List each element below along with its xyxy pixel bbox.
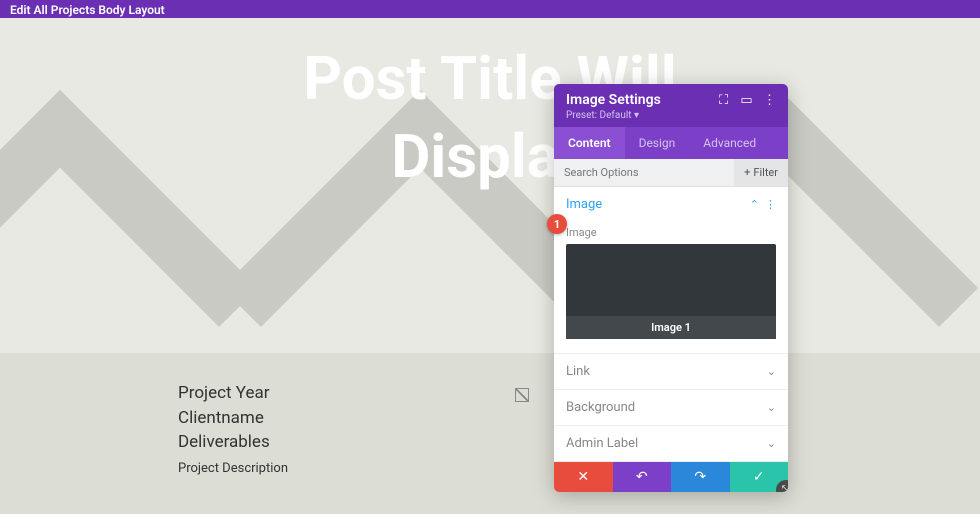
chevron-down-icon: ⌄ bbox=[767, 437, 776, 450]
tabs: Content Design Advanced bbox=[554, 127, 788, 159]
tab-advanced[interactable]: Advanced bbox=[689, 127, 770, 159]
section-admin-label: Admin Label ⌄ bbox=[554, 426, 788, 462]
expand-icon[interactable]: ⛶ bbox=[717, 94, 730, 107]
section-header-image[interactable]: Image ⌃ ⋮ bbox=[554, 187, 788, 222]
section-link: Link ⌄ bbox=[554, 354, 788, 390]
tab-content[interactable]: Content bbox=[554, 127, 625, 159]
section-label: Image bbox=[566, 197, 602, 212]
content-area: Project Year Clientname Deliverables Pro… bbox=[0, 353, 980, 476]
redo-button[interactable]: ↷ bbox=[671, 462, 730, 492]
undo-icon: ↶ bbox=[636, 469, 648, 485]
check-icon: ✓ bbox=[753, 469, 765, 485]
more-icon[interactable]: ⋮ bbox=[763, 94, 776, 107]
page-title: Post Title Will Display bbox=[0, 40, 980, 196]
section-header-admin[interactable]: Admin Label ⌄ bbox=[554, 426, 788, 461]
chevron-down-icon: ⌄ bbox=[767, 401, 776, 414]
cancel-button[interactable]: ✕ bbox=[554, 462, 613, 492]
search-row: + Filter bbox=[554, 159, 788, 187]
section-header-link[interactable]: Link ⌄ bbox=[554, 354, 788, 389]
resize-icon: ⤡ bbox=[782, 483, 788, 492]
section-background: Background ⌄ bbox=[554, 390, 788, 426]
settings-panel: Image Settings ⛶ ▭ ⋮ Preset: Default ▾ C… bbox=[554, 84, 788, 492]
more-icon[interactable]: ⋮ bbox=[765, 198, 776, 211]
section-image: Image ⌃ ⋮ Image Image 1 bbox=[554, 187, 788, 354]
hero-section: Post Title Will Display bbox=[0, 18, 980, 353]
panel-title: Image Settings bbox=[566, 92, 661, 108]
section-label: Link bbox=[566, 364, 590, 379]
chevron-up-icon: ⌃ bbox=[750, 198, 759, 211]
callout-badge: 1 bbox=[547, 214, 567, 234]
redo-icon: ↷ bbox=[694, 469, 706, 485]
preset-label[interactable]: Preset: Default ▾ bbox=[566, 110, 776, 121]
tab-design[interactable]: Design bbox=[625, 127, 690, 159]
plus-icon: + bbox=[744, 166, 750, 179]
panel-header[interactable]: Image Settings ⛶ ▭ ⋮ Preset: Default ▾ bbox=[554, 84, 788, 127]
preview-icon[interactable]: ▭ bbox=[740, 94, 753, 107]
top-bar: Edit All Projects Body Layout bbox=[0, 0, 980, 18]
filter-button[interactable]: + Filter bbox=[734, 159, 788, 186]
chevron-down-icon: ⌄ bbox=[767, 365, 776, 378]
image-field-body: Image Image 1 bbox=[554, 222, 788, 353]
undo-button[interactable]: ↶ bbox=[613, 462, 672, 492]
image-field-label: Image bbox=[566, 226, 776, 239]
section-header-background[interactable]: Background ⌄ bbox=[554, 390, 788, 425]
close-icon: ✕ bbox=[577, 469, 589, 485]
section-label: Admin Label bbox=[566, 436, 638, 451]
image-caption: Image 1 bbox=[566, 316, 776, 339]
top-bar-title: Edit All Projects Body Layout bbox=[10, 3, 165, 17]
image-preview[interactable]: Image 1 bbox=[566, 244, 776, 339]
section-label: Background bbox=[566, 400, 635, 415]
search-input[interactable] bbox=[554, 159, 734, 186]
broken-image-icon bbox=[515, 388, 529, 402]
panel-footer: ✕ ↶ ↷ ✓ bbox=[554, 462, 788, 492]
